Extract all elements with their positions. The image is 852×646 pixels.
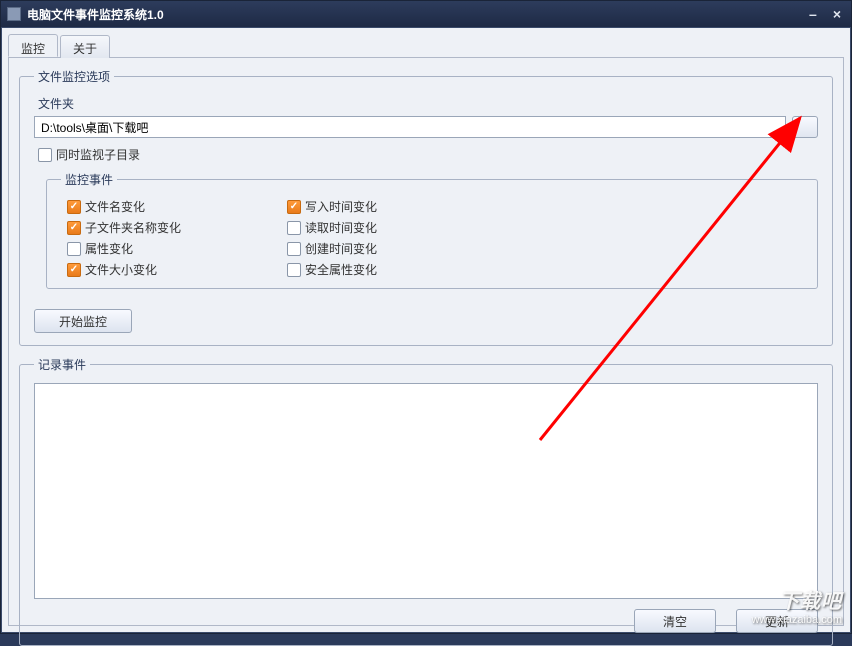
minimize-button[interactable]: – — [805, 7, 821, 21]
filename-change-checkbox[interactable] — [67, 200, 81, 214]
start-monitor-button[interactable]: 开始监控 — [34, 309, 132, 333]
tab-content: 文件监控选项 文件夹 同时监视子目录 监控事件 文件名变化 — [8, 58, 844, 626]
watch-subdirs-checkbox[interactable] — [38, 148, 52, 162]
watermark: 下载吧 www.xiazaiba.com — [752, 585, 842, 626]
watch-subdirs-label[interactable]: 同时监视子目录 — [56, 146, 140, 163]
event-read-time: 读取时间变化 — [287, 219, 487, 236]
filename-change-label[interactable]: 文件名变化 — [85, 198, 145, 215]
events-grid: 文件名变化 写入时间变化 子文件夹名称变化 读取时间变化 — [67, 198, 803, 278]
events-legend: 监控事件 — [61, 171, 117, 188]
close-button[interactable]: × — [829, 7, 845, 21]
create-time-checkbox[interactable] — [287, 242, 301, 256]
size-change-label[interactable]: 文件大小变化 — [85, 261, 157, 278]
event-security-attr: 安全属性变化 — [287, 261, 487, 278]
write-time-checkbox[interactable] — [287, 200, 301, 214]
read-time-checkbox[interactable] — [287, 221, 301, 235]
window-controls: – × — [805, 7, 845, 21]
write-time-label[interactable]: 写入时间变化 — [305, 198, 377, 215]
watermark-text: 下载吧 — [752, 585, 842, 614]
read-time-label[interactable]: 读取时间变化 — [305, 219, 377, 236]
watermark-url: www.xiazaiba.com — [752, 614, 842, 626]
tab-monitor[interactable]: 监控 — [8, 34, 58, 57]
watch-subdirs-row: 同时监视子目录 — [38, 146, 818, 163]
folder-row — [34, 116, 818, 138]
client-area: 监控 关于 文件监控选项 文件夹 同时监视子目录 监控事件 — [1, 27, 851, 633]
events-fieldset: 监控事件 文件名变化 写入时间变化 子文件夹名称变化 — [46, 171, 818, 289]
event-size-change: 文件大小变化 — [67, 261, 267, 278]
log-textarea[interactable] — [34, 383, 818, 599]
tab-strip: 监控 关于 — [8, 34, 844, 58]
log-legend: 记录事件 — [34, 356, 90, 373]
subfolder-rename-label[interactable]: 子文件夹名称变化 — [85, 219, 181, 236]
event-create-time: 创建时间变化 — [287, 240, 487, 257]
event-write-time: 写入时间变化 — [287, 198, 487, 215]
security-attr-label[interactable]: 安全属性变化 — [305, 261, 377, 278]
titlebar[interactable]: 电脑文件事件监控系统1.0 – × — [1, 1, 851, 27]
main-window: 电脑文件事件监控系统1.0 – × 监控 关于 文件监控选项 文件夹 同时监视子… — [0, 0, 852, 634]
attr-change-checkbox[interactable] — [67, 242, 81, 256]
clear-button[interactable]: 清空 — [634, 609, 716, 633]
log-fieldset: 记录事件 清空 更新 — [19, 356, 833, 646]
create-time-label[interactable]: 创建时间变化 — [305, 240, 377, 257]
subfolder-rename-checkbox[interactable] — [67, 221, 81, 235]
app-icon — [7, 7, 21, 21]
log-buttons: 清空 更新 — [34, 609, 818, 633]
security-attr-checkbox[interactable] — [287, 263, 301, 277]
folder-input[interactable] — [34, 116, 786, 138]
window-title: 电脑文件事件监控系统1.0 — [27, 6, 805, 23]
event-subfolder-rename: 子文件夹名称变化 — [67, 219, 267, 236]
event-attr-change: 属性变化 — [67, 240, 267, 257]
browse-button[interactable] — [792, 116, 818, 138]
attr-change-label[interactable]: 属性变化 — [85, 240, 133, 257]
options-fieldset: 文件监控选项 文件夹 同时监视子目录 监控事件 文件名变化 — [19, 68, 833, 346]
folder-label: 文件夹 — [38, 95, 818, 112]
options-legend: 文件监控选项 — [34, 68, 114, 85]
tab-about[interactable]: 关于 — [60, 35, 110, 58]
size-change-checkbox[interactable] — [67, 263, 81, 277]
event-filename-change: 文件名变化 — [67, 198, 267, 215]
